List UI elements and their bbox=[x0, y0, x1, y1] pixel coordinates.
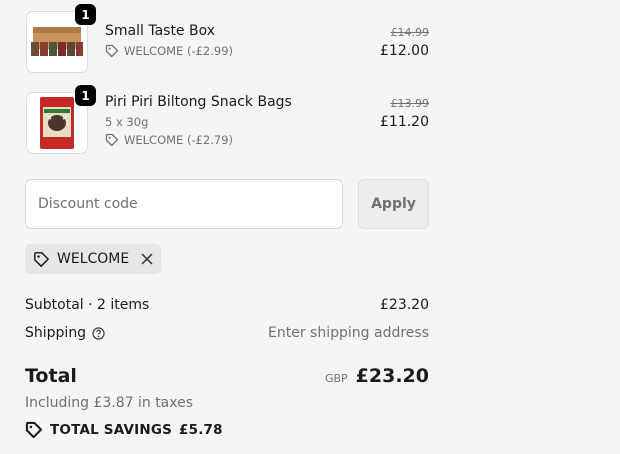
applied-code-label: WELCOME bbox=[57, 251, 130, 267]
item-price: £11.20 bbox=[380, 114, 429, 130]
item-discount-label: WELCOME (-£2.99) bbox=[124, 44, 234, 58]
quantity-badge: 1 bbox=[75, 4, 96, 25]
tag-icon bbox=[105, 44, 119, 58]
item-discount: WELCOME (-£2.79) bbox=[105, 133, 233, 147]
item-discount-label: WELCOME (-£2.79) bbox=[124, 133, 234, 147]
applied-discount-chip: WELCOME bbox=[25, 244, 162, 274]
item-original-price: £14.99 bbox=[390, 26, 430, 39]
item-discount: WELCOME (-£2.99) bbox=[105, 44, 233, 58]
total-value: £23.20 bbox=[355, 365, 429, 387]
apply-button[interactable]: Apply bbox=[358, 179, 429, 229]
savings-label: TOTAL SAVINGS bbox=[50, 422, 173, 438]
shipping-label-group: Shipping bbox=[25, 325, 105, 341]
tag-icon bbox=[25, 421, 43, 439]
discount-code-input[interactable] bbox=[25, 179, 343, 229]
total-amount-group: GBP £23.20 bbox=[325, 365, 429, 387]
total-label: Total bbox=[25, 365, 77, 387]
subtotal-label: Subtotal · 2 items bbox=[25, 297, 150, 313]
item-name: Piri Piri Biltong Snack Bags bbox=[105, 94, 292, 110]
currency-code: GBP bbox=[324, 372, 348, 385]
total-savings: TOTAL SAVINGS £5.78 bbox=[25, 421, 223, 439]
shipping-value: Enter shipping address bbox=[268, 325, 429, 341]
quantity-badge: 1 bbox=[75, 85, 96, 106]
tag-icon bbox=[105, 133, 119, 147]
subtotal-value: £23.20 bbox=[380, 297, 429, 313]
close-icon[interactable] bbox=[141, 253, 153, 265]
tag-icon bbox=[34, 251, 49, 267]
help-icon[interactable] bbox=[92, 326, 105, 340]
item-name: Small Taste Box bbox=[105, 23, 216, 39]
savings-value: £5.78 bbox=[179, 422, 223, 438]
shipping-label: Shipping bbox=[25, 325, 87, 341]
item-original-price: £13.99 bbox=[390, 97, 430, 110]
taxes-note: Including £3.87 in taxes bbox=[25, 395, 194, 411]
item-price: £12.00 bbox=[380, 43, 429, 59]
item-variant: 5 x 30g bbox=[105, 115, 149, 129]
